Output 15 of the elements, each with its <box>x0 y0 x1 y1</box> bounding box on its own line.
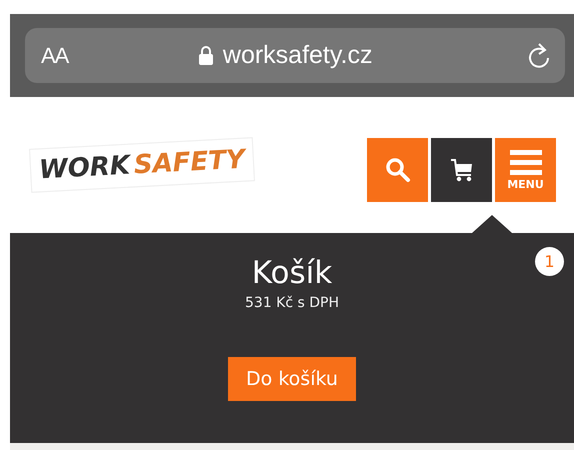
cart-title: Košík <box>252 255 332 291</box>
cart-icon <box>448 157 474 183</box>
reload-icon[interactable] <box>527 42 551 68</box>
menu-button[interactable]: MENU <box>495 138 556 202</box>
text-size-button[interactable]: AA <box>41 42 68 68</box>
address-bar[interactable]: AA worksafety.cz <box>25 28 565 83</box>
menu-icon <box>510 150 542 176</box>
logo[interactable]: WORKSAFETY <box>29 137 255 193</box>
cart-price: 531 Kč s DPH <box>245 295 339 311</box>
cart-button[interactable]: Do košíku <box>228 357 356 401</box>
item-count: 1 <box>535 247 564 276</box>
lock-icon <box>198 46 213 65</box>
cart-button[interactable] <box>431 138 492 202</box>
search-icon <box>384 157 410 183</box>
url-text: worksafety.cz <box>222 41 372 70</box>
